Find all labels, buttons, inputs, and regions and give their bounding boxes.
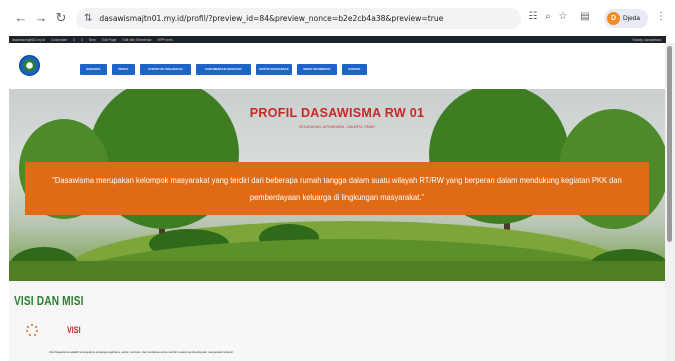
visi-text: Visi Dasawisma adalah terwujudnya keluar… — [49, 350, 234, 354]
quote-banner: "Dasawisma merupakan kelompok masyarakat… — [25, 162, 649, 215]
main-menu: BERANDA PROFIL STRUKTUR ORGANISASI DOKUM… — [80, 64, 372, 75]
menu-item-motor-penggerak[interactable]: MOTOR PENGGERAK — [256, 64, 292, 75]
reload-icon[interactable]: ↻ — [53, 10, 69, 26]
admin-bar-customize[interactable]: Customize — [51, 38, 67, 42]
admin-bar-site[interactable]: dasawismajtn01.my.id — [12, 38, 45, 42]
browser-toolbar: ← → ↻ ⇅ dasawismajtn01.my.id/profil/?pre… — [0, 0, 675, 36]
menu-item-profil[interactable]: PROFIL — [112, 64, 135, 75]
visi-heading: VISI — [67, 325, 81, 335]
page-scrollbar[interactable] — [665, 43, 675, 361]
admin-bar-elementor[interactable]: Edit with Elementor — [122, 38, 151, 42]
bookmark-star-icon[interactable]: ☆ — [556, 11, 570, 22]
extensions-icon[interactable]: ▤ — [578, 11, 592, 22]
admin-bar-howdy[interactable]: Howdy, dasawiswa — [632, 38, 661, 42]
url-text: dasawismajtn01.my.id/profil/?preview_id=… — [99, 14, 444, 23]
section-title-visi-misi: VISI DAN MISI — [14, 293, 84, 308]
back-arrow-icon[interactable]: ← — [13, 10, 29, 26]
admin-bar-edit-page[interactable]: Edit Page — [102, 38, 117, 42]
profile-button[interactable]: D Djeda — [604, 9, 648, 28]
menu-item-media-informatif[interactable]: MEDIA INFORMATIF — [297, 64, 337, 75]
site-logo[interactable] — [19, 55, 40, 76]
site-settings-icon[interactable]: ⇅ — [84, 13, 92, 24]
admin-bar-updates[interactable]: 0 — [73, 38, 75, 42]
admin-bar-wpforms[interactable]: WPForms — [158, 38, 173, 42]
page-content: BERANDA PROFIL STRUKTUR ORGANISASI DOKUM… — [9, 43, 665, 361]
address-bar[interactable]: ⇅ dasawismajtn01.my.id/profil/?preview_i… — [76, 8, 521, 29]
admin-bar-comments[interactable]: 0 — [81, 38, 83, 42]
loading-spinner-icon — [26, 324, 38, 336]
lawn — [9, 261, 665, 281]
hero-subtitle: KELURAHAN JATINEGARA, JAKARTA TIMUR — [298, 125, 375, 129]
menu-item-kontak[interactable]: KONTAK — [342, 64, 367, 75]
zoom-icon[interactable]: ⌕ — [541, 11, 555, 22]
menu-item-beranda[interactable]: BERANDA — [80, 64, 107, 75]
avatar: D — [607, 12, 620, 25]
scrollbar-thumb[interactable] — [667, 46, 672, 242]
hero-title: PROFIL DASAWISMA RW 01 — [249, 106, 425, 120]
menu-item-dokumentasi[interactable]: DOKUMENTASI KEGIATAN — [196, 64, 251, 75]
menu-item-struktur[interactable]: STRUKTUR ORGANISASI — [140, 64, 191, 75]
forward-arrow-icon[interactable]: → — [33, 10, 49, 26]
hero-banner: PROFIL DASAWISMA RW 01 KELURAHAN JATINEG… — [9, 89, 665, 281]
profile-name: Djeda — [623, 15, 640, 22]
translate-icon[interactable]: ☷ — [526, 11, 540, 22]
quote-text: "Dasawisma merupakan kelompok masyarakat… — [52, 174, 622, 202]
admin-bar-new[interactable]: New — [89, 38, 96, 42]
wp-admin-bar: dasawismajtn01.my.id Customize 0 0 New E… — [9, 36, 666, 43]
more-menu-icon[interactable]: ⋮ — [654, 11, 668, 22]
site-header: BERANDA PROFIL STRUKTUR ORGANISASI DOKUM… — [9, 43, 665, 89]
